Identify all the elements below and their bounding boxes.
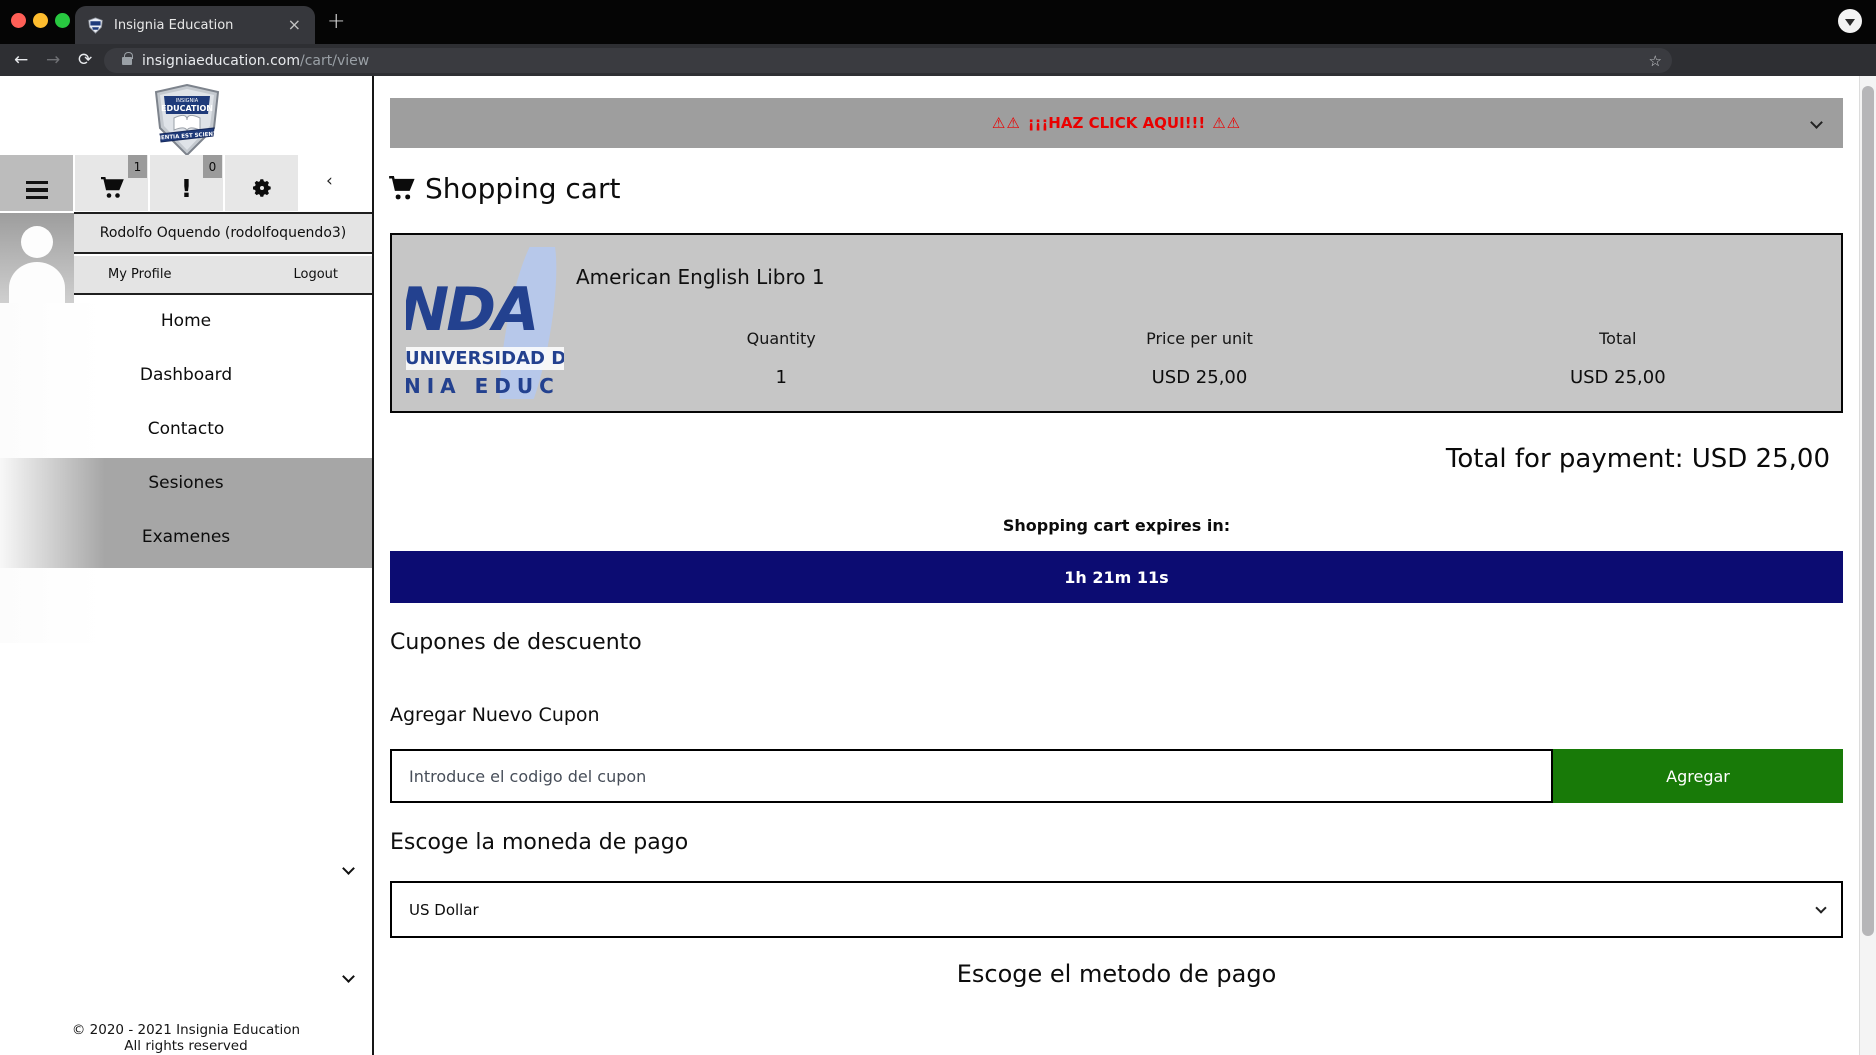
browser-toolbar: ← → ⟳ insigniaeducation.com/cart/view ☆ …	[0, 44, 1876, 76]
forward-icon[interactable]: →	[46, 44, 60, 76]
warning-banner-text: ¡¡¡HAZ CLICK AQUI!!!	[1028, 114, 1205, 132]
price-column: Price per unit USD 25,00	[990, 329, 1408, 388]
user-avatar	[0, 213, 74, 303]
sidebar-collapse-icon[interactable]: ‹	[326, 171, 333, 191]
url-path: /cart/view	[300, 53, 369, 69]
logout-link[interactable]: Logout	[293, 267, 338, 282]
page-title: Shopping cart	[388, 172, 620, 205]
currency-heading: Escoge la moneda de pago	[390, 830, 688, 855]
page-scrollbar[interactable]	[1859, 76, 1876, 1055]
add-coupon-button[interactable]: Agregar	[1553, 749, 1843, 803]
profile-caret-icon	[1845, 19, 1855, 26]
coupon-code-input[interactable]	[390, 749, 1553, 803]
main-content: ⚠⚠ ¡¡¡HAZ CLICK AQUI!!! ⚠⚠ Shopping cart…	[376, 76, 1876, 1055]
nav-label-dashboard: Dashboard	[140, 365, 232, 385]
user-name-row: Rodolfo Oquendo (rodolfoquendo3)	[74, 212, 372, 254]
new-tab-icon[interactable]: +	[327, 9, 345, 34]
sidebar: INSIGNIA EDUCATION SCIENTIA EST SCIENTIA…	[0, 76, 374, 1055]
total-for-payment: Total for payment: USD 25,00	[1446, 444, 1830, 474]
alert-icon: !	[181, 179, 192, 199]
macos-close-button[interactable]	[11, 13, 26, 28]
browser-tab-bar: Insignia Education × +	[0, 0, 1876, 44]
page-url: insigniaeducation.com/cart/view	[142, 53, 369, 69]
sidebar-item-sesiones[interactable]: Sesiones	[0, 464, 372, 502]
scrollbar-thumb[interactable]	[1862, 86, 1874, 936]
product-image: NDA UNIVERSIDAD DE NIA EDUC	[406, 247, 564, 399]
tab-title: Insignia Education	[114, 18, 286, 33]
user-name: Rodolfo Oquendo (rodolfoquendo3)	[100, 225, 347, 241]
my-profile-link[interactable]: My Profile	[108, 267, 171, 282]
back-icon[interactable]: ←	[14, 44, 28, 76]
sidebar-menu-button[interactable]	[0, 155, 73, 211]
alerts-count-badge: 0	[203, 155, 222, 178]
avatar-head	[21, 226, 53, 258]
add-coupon-heading: Agregar Nuevo Cupon	[390, 704, 600, 726]
copyright-line: © 2020 - 2021 Insignia Education	[0, 1022, 372, 1038]
cart-count-badge: 1	[128, 155, 147, 178]
cart-item-card: NDA UNIVERSIDAD DE NIA EDUC American Eng…	[390, 233, 1843, 413]
nav-label-examenes: Examenes	[142, 527, 230, 547]
bookmark-star-icon[interactable]: ☆	[1649, 52, 1662, 70]
cart-icon	[100, 177, 124, 199]
cart-timer-value: 1h 21m 11s	[1064, 568, 1168, 587]
rights-line: All rights reserved	[0, 1038, 372, 1054]
product-name: American English Libro 1	[576, 265, 825, 289]
screen: Insignia Education × + ← → ⟳ insigniaedu…	[0, 0, 1876, 1055]
warning-icon-right: ⚠⚠	[1212, 114, 1241, 132]
sidebar-item-contacto[interactable]: Contacto	[0, 410, 372, 448]
sesiones-chevron-down-icon	[342, 862, 355, 875]
user-links-row: My Profile Logout	[74, 256, 372, 295]
total-column: Total USD 25,00	[1409, 329, 1827, 388]
select-chevron-down-icon	[1815, 902, 1826, 913]
quantity-value: 1	[572, 367, 990, 388]
quantity-column: Quantity 1	[572, 329, 990, 388]
reload-icon[interactable]: ⟳	[78, 44, 92, 76]
examenes-chevron-down-icon	[342, 970, 355, 983]
browser-tab[interactable]: Insignia Education ×	[75, 6, 315, 44]
hamburger-icon	[26, 181, 48, 200]
nav-label-sesiones: Sesiones	[148, 473, 223, 493]
sidebar-item-examenes[interactable]: Examenes	[0, 518, 372, 556]
payment-method-heading: Escoge el metodo de pago	[390, 960, 1843, 988]
sidebar-item-dashboard[interactable]: Dashboard	[0, 356, 372, 394]
warning-icon-left: ⚠⚠	[992, 114, 1021, 132]
url-domain: insigniaeducation.com	[142, 53, 300, 69]
page-title-text: Shopping cart	[425, 172, 620, 205]
tab-favicon-icon	[87, 17, 104, 34]
product-image-text2: UNIVERSIDAD DE	[406, 347, 564, 370]
sidebar-footer: © 2020 - 2021 Insignia Education All rig…	[0, 1022, 372, 1054]
product-image-text3: NIA EDUC	[406, 374, 560, 398]
logo-line2: EDUCATION	[161, 104, 213, 113]
macos-minimize-button[interactable]	[33, 13, 48, 28]
price-label: Price per unit	[990, 329, 1408, 348]
price-value: USD 25,00	[990, 367, 1408, 388]
address-bar[interactable]: insigniaeducation.com/cart/view ☆	[104, 48, 1672, 73]
banner-chevron-down-icon[interactable]	[1810, 116, 1823, 129]
nav-label-contacto: Contacto	[148, 419, 225, 439]
sidebar-settings-button[interactable]	[225, 155, 298, 211]
coupons-heading: Cupones de descuento	[390, 630, 642, 655]
sidebar-item-home[interactable]: Home	[0, 302, 372, 340]
browser-profile-button[interactable]	[1838, 9, 1862, 33]
quantity-label: Quantity	[572, 329, 990, 348]
cart-expires-label: Shopping cart expires in:	[390, 516, 1843, 535]
product-image-text1: NDA	[406, 275, 536, 345]
lock-icon	[122, 57, 132, 65]
macos-fullscreen-button[interactable]	[55, 13, 70, 28]
avatar-torso	[9, 262, 65, 303]
nav-label-home: Home	[161, 311, 211, 331]
gear-icon	[251, 177, 273, 199]
warning-banner[interactable]: ⚠⚠ ¡¡¡HAZ CLICK AQUI!!! ⚠⚠	[390, 98, 1843, 148]
insignia-logo: INSIGNIA EDUCATION SCIENTIA EST SCIENTIA	[152, 84, 222, 158]
currency-select[interactable]: US Dollar	[390, 881, 1843, 938]
total-value: USD 25,00	[1409, 367, 1827, 388]
shopping-cart-icon	[388, 176, 415, 201]
currency-selected-value: US Dollar	[409, 901, 479, 919]
cart-timer-bar: 1h 21m 11s	[390, 551, 1843, 603]
tab-close-icon[interactable]: ×	[286, 17, 303, 33]
product-columns: Quantity 1 Price per unit USD 25,00 Tota…	[572, 329, 1827, 388]
total-label: Total	[1409, 329, 1827, 348]
